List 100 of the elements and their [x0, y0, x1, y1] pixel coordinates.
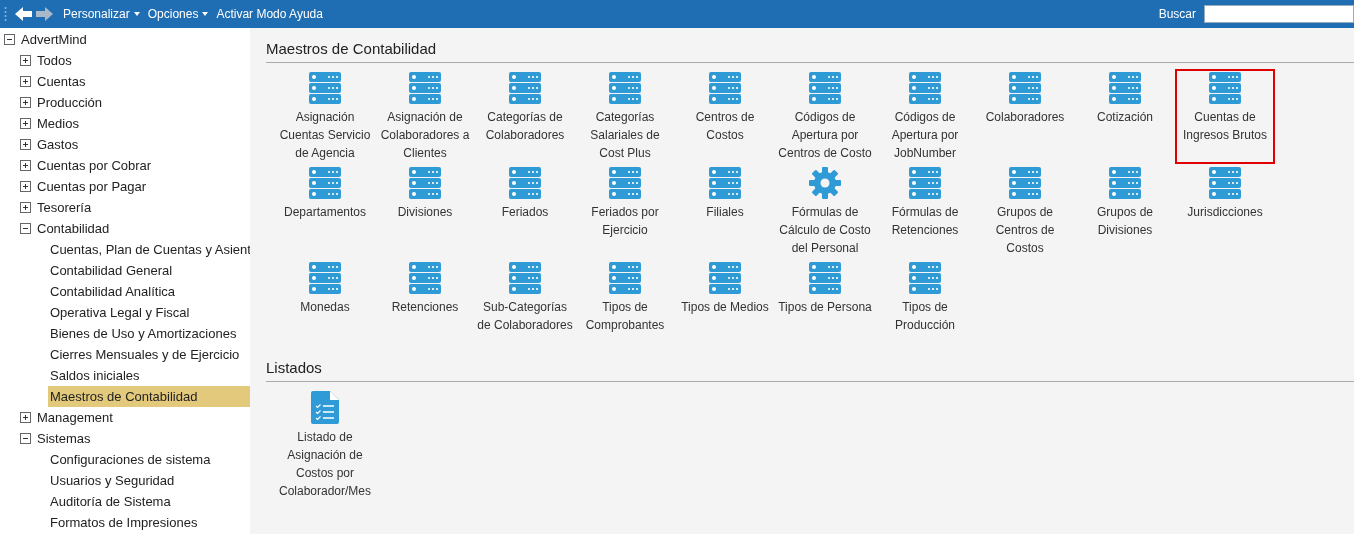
- tile-label: Asignación de Colaboradores a Clientes: [379, 109, 471, 162]
- tree-item[interactable]: Cuentas por Cobrar: [35, 155, 250, 176]
- expand-icon[interactable]: [20, 118, 31, 129]
- menu-tile[interactable]: Códigos de Apertura por Centros de Costo: [775, 69, 875, 164]
- menu-tile[interactable]: Tipos de Persona: [775, 259, 875, 336]
- tree-item[interactable]: Medios: [35, 113, 250, 134]
- grip-icon: [4, 6, 7, 22]
- tree-item[interactable]: Cuentas por Pagar: [35, 176, 250, 197]
- menu-tile[interactable]: Jurisdicciones: [1175, 164, 1275, 259]
- server-icon: [1009, 72, 1041, 104]
- server-icon: [609, 167, 641, 199]
- menu-tile[interactable]: Categorías de Colaboradores: [475, 69, 575, 164]
- menu-tile[interactable]: Feriados: [475, 164, 575, 259]
- search-field[interactable]: [1204, 5, 1354, 23]
- menu-tile[interactable]: Tipos de Comprobantes: [575, 259, 675, 336]
- tree-item[interactable]: Tesorería: [35, 197, 250, 218]
- server-icon: [609, 262, 641, 294]
- server-icon: [609, 72, 641, 104]
- tile-label: Categorías Salariales de Cost Plus: [589, 109, 661, 162]
- server-icon: [709, 72, 741, 104]
- tree-item[interactable]: Maestros de Contabilidad: [48, 386, 250, 407]
- expand-icon[interactable]: [20, 202, 31, 213]
- tile-label: Feriados por Ejercicio: [590, 204, 660, 239]
- menu-tile[interactable]: Listado de Asignación de Costos por Colaborador/Mes: [275, 388, 375, 502]
- menu-tile[interactable]: Departamentos: [275, 164, 375, 259]
- tile-label: Cotización: [1097, 109, 1153, 126]
- menu-tile[interactable]: Divisiones: [375, 164, 475, 259]
- tree-item[interactable]: Auditoría de Sistema: [48, 491, 250, 512]
- menu-tile[interactable]: Centros de Costos: [675, 69, 775, 164]
- server-icon: [1109, 167, 1141, 199]
- menu-button[interactable]: Opciones: [147, 5, 209, 23]
- tile-label: Monedas: [300, 299, 350, 316]
- menu-tile[interactable]: Feriados por Ejercicio: [575, 164, 675, 259]
- menu-tile[interactable]: Grupos de Centros de Costos: [975, 164, 1075, 259]
- menu-button[interactable]: Personalizar: [63, 5, 140, 23]
- tile-label: Filiales: [706, 204, 744, 221]
- tile-label: Departamentos: [283, 204, 366, 221]
- menu-button[interactable]: Activar Modo Ayuda: [216, 5, 323, 23]
- server-icon: [909, 72, 941, 104]
- server-icon: [509, 72, 541, 104]
- tile-label: Feriados: [501, 204, 549, 221]
- tree-item[interactable]: AdvertMind: [19, 29, 250, 50]
- collapse-icon[interactable]: [20, 223, 31, 234]
- expand-icon[interactable]: [20, 76, 31, 87]
- tile-label: Grupos de Divisiones: [1095, 204, 1154, 239]
- server-icon: [909, 167, 941, 199]
- expand-icon[interactable]: [20, 181, 31, 192]
- server-icon: [309, 262, 341, 294]
- tile-label: Centros de Costos: [694, 109, 756, 144]
- server-icon: [1209, 72, 1241, 104]
- menu-tile[interactable]: Sub-Categorías de Colaboradores: [475, 259, 575, 336]
- tile-label: Tipos de Medios: [681, 299, 769, 316]
- server-icon: [309, 167, 341, 199]
- tree-item[interactable]: Cuentas: [35, 71, 250, 92]
- menu-tile[interactable]: Monedas: [275, 259, 375, 336]
- tree-item[interactable]: Contabilidad General: [48, 260, 250, 281]
- menu-tile[interactable]: Asignación de Colaboradores a Clientes: [375, 69, 475, 164]
- server-icon: [309, 72, 341, 104]
- tree-item[interactable]: Contabilidad: [35, 218, 250, 239]
- menu-tile[interactable]: Colaboradores: [975, 69, 1075, 164]
- tree-item[interactable]: Producción: [35, 92, 250, 113]
- menu-tile[interactable]: Códigos de Apertura por JobNumber: [875, 69, 975, 164]
- tile-label: Tipos de Producción: [893, 299, 956, 334]
- tile-label: Jurisdicciones: [1187, 204, 1263, 221]
- menu-tile[interactable]: Cotización: [1075, 69, 1175, 164]
- expand-icon[interactable]: [20, 55, 31, 66]
- caret-icon: [133, 12, 140, 16]
- expand-icon[interactable]: [20, 412, 31, 423]
- menu-tile[interactable]: Tipos de Producción: [875, 259, 975, 336]
- expand-icon[interactable]: [20, 97, 31, 108]
- menu-tile[interactable]: Fórmulas de Cálculo de Costo del Personal: [775, 164, 875, 259]
- tree-item[interactable]: Configuraciones de sistema: [48, 449, 250, 470]
- menu-tile[interactable]: Retenciones: [375, 259, 475, 336]
- tree-item[interactable]: Formatos de Impresiones: [48, 512, 250, 533]
- tree-item[interactable]: Usuarios y Seguridad: [48, 470, 250, 491]
- tile-label: Tipos de Comprobantes: [584, 299, 666, 334]
- collapse-icon[interactable]: [20, 433, 31, 444]
- server-icon: [1109, 72, 1141, 104]
- tree-item[interactable]: Saldos iniciales: [48, 365, 250, 386]
- tree-item[interactable]: Contabilidad Analítica: [48, 281, 250, 302]
- tree-item[interactable]: Sistemas: [35, 428, 250, 449]
- menu-tile[interactable]: Tipos de Medios: [675, 259, 775, 336]
- tree-item[interactable]: Operativa Legal y Fiscal: [48, 302, 250, 323]
- collapse-icon[interactable]: [4, 34, 15, 45]
- menu-tile[interactable]: Cuentas de Ingresos Brutos: [1175, 69, 1275, 164]
- back-arrow-icon[interactable]: [15, 7, 32, 21]
- expand-icon[interactable]: [20, 139, 31, 150]
- menu-tile[interactable]: Categorías Salariales de Cost Plus: [575, 69, 675, 164]
- expand-icon[interactable]: [20, 160, 31, 171]
- menu-tile[interactable]: Filiales: [675, 164, 775, 259]
- tree-item[interactable]: Todos: [35, 50, 250, 71]
- tree-item[interactable]: Management: [35, 407, 250, 428]
- menu-tile[interactable]: Grupos de Divisiones: [1075, 164, 1175, 259]
- tree-item[interactable]: Cuentas, Plan de Cuentas y Asient: [48, 239, 250, 260]
- menu-tile[interactable]: Asignación Cuentas Servicio de Agencia: [275, 69, 375, 164]
- menu-tile[interactable]: Fórmulas de Retenciones: [875, 164, 975, 259]
- tree-item[interactable]: Cierres Mensuales y de Ejercicio: [48, 344, 250, 365]
- tree-item[interactable]: Gastos: [35, 134, 250, 155]
- tree-item[interactable]: Bienes de Uso y Amortizaciones: [48, 323, 250, 344]
- tile-label: Divisiones: [397, 204, 453, 221]
